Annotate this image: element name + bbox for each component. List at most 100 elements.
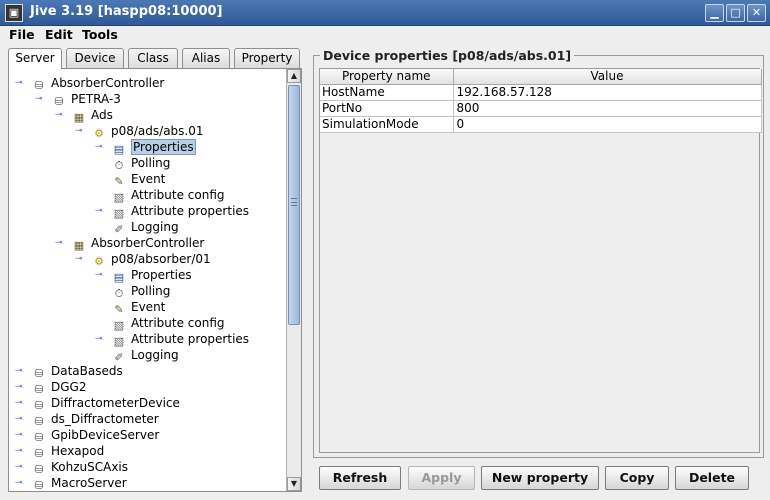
apply-button[interactable]: Apply: [408, 466, 475, 490]
tree-node[interactable]: ▧ Attribute properties: [111, 203, 250, 220]
copy-button[interactable]: Copy: [605, 466, 669, 490]
tree-expand-handle[interactable]: ⊸: [15, 79, 23, 88]
tree-node-label: Attribute properties: [131, 332, 250, 346]
tree-node[interactable]: ⚙ p08/absorber/01: [91, 251, 211, 268]
tree-node[interactable]: ▤ Properties: [111, 139, 196, 156]
tree-node-label: Logging: [131, 348, 179, 362]
tab-alias[interactable]: Alias: [182, 48, 230, 68]
tree-expand-handle[interactable]: ⊸: [95, 335, 103, 344]
server-icon: ⛁: [34, 79, 44, 92]
properties-table: Property name Value HostName 192.168.57.1…: [320, 69, 762, 133]
tree-node-label: Attribute properties: [131, 204, 250, 218]
tree-expand-handle[interactable]: ⊸: [75, 255, 83, 264]
tree-expand-handle[interactable]: ⊸: [15, 415, 23, 424]
property-name-cell[interactable]: SimulationMode: [320, 116, 454, 133]
tab-property[interactable]: Property: [234, 48, 300, 68]
tree-node[interactable]: ⛁ DataBaseds: [31, 363, 123, 380]
tree-node-label: DataBaseds: [51, 364, 123, 378]
scroll-down-arrow-icon[interactable]: ▼: [287, 477, 301, 491]
tab-class[interactable]: Class: [128, 48, 178, 68]
tree-expand-handle[interactable]: ⊸: [95, 143, 103, 152]
tree-node-label: Event: [131, 300, 166, 314]
menu-tools[interactable]: Tools: [82, 27, 118, 42]
tree-expand-handle[interactable]: ⊸: [75, 127, 83, 136]
tree-expand-handle[interactable]: ⊸: [15, 399, 23, 408]
tree-node[interactable]: ⛁ GpibDeviceServer: [31, 427, 160, 444]
tree-node[interactable]: ⛁ ds_Diffractometer: [31, 411, 158, 428]
close-button[interactable]: ✕: [747, 4, 766, 22]
delete-button[interactable]: Delete: [675, 466, 749, 490]
tab-server[interactable]: Server: [8, 48, 62, 69]
tree-expand-handle[interactable]: ⊸: [15, 383, 23, 392]
tree-node-label: MacroServer: [51, 476, 127, 490]
table-row[interactable]: PortNo 800: [320, 100, 762, 117]
scroll-up-arrow-icon[interactable]: ▲: [287, 69, 301, 83]
tree-node-label: Logging: [131, 220, 179, 234]
tree-node-label: Properties: [131, 139, 196, 155]
tree-node[interactable]: ✐ Logging: [111, 219, 179, 236]
tab-device[interactable]: Device: [66, 48, 124, 68]
new-property-button[interactable]: New property: [481, 466, 599, 490]
table-row[interactable]: HostName 192.168.57.128: [320, 84, 762, 101]
tree-node[interactable]: ⚙ p08/ads/abs.01: [91, 123, 204, 140]
tree-node[interactable]: ⛁ PETRA-3: [51, 91, 121, 108]
class-icon: ▦: [73, 111, 85, 124]
tree-node-label: GpibDeviceServer: [51, 428, 160, 442]
tree-node[interactable]: ▦ Ads: [71, 107, 113, 124]
tree-node[interactable]: ▧ Attribute config: [111, 315, 225, 332]
minimize-button[interactable]: ▁: [705, 4, 724, 22]
tree-node[interactable]: ▤ Properties: [111, 267, 192, 284]
property-value-cell[interactable]: 800: [453, 100, 762, 117]
tree-node[interactable]: ▦ AbsorberController: [71, 235, 205, 252]
table-row[interactable]: SimulationMode 0: [320, 116, 762, 133]
title-bar: ▣ Jive 3.19 [haspp08:10000] ▁ □ ✕: [0, 0, 770, 26]
tree-expand-handle[interactable]: ⊸: [15, 447, 23, 456]
scroll-thumb[interactable]: [288, 85, 300, 325]
tree-node[interactable]: ⏱ Polling: [111, 155, 171, 172]
column-header-property-name[interactable]: Property name: [320, 69, 454, 85]
tree-node[interactable]: ⛁ KohzuSCAxis: [31, 459, 129, 476]
tree-node-label: Attribute config: [131, 188, 225, 202]
tree-node[interactable]: ▧ Attribute properties: [111, 331, 250, 348]
property-name-cell[interactable]: HostName: [320, 84, 454, 101]
tree-node-label: p08/absorber/01: [111, 252, 211, 266]
tree-expand-handle[interactable]: ⊸: [15, 479, 23, 488]
tree-expand-handle[interactable]: ⊸: [15, 431, 23, 440]
tree-node[interactable]: ⛁ AbsorberController: [31, 75, 165, 92]
tree-node[interactable]: ▧ Attribute config: [111, 187, 225, 204]
tree-expand-handle[interactable]: ⊸: [95, 271, 103, 280]
tree-node-label: Attribute config: [131, 316, 225, 330]
tree-node[interactable]: ⛁ MacroServer: [31, 475, 127, 491]
tree-expand-handle[interactable]: ⊸: [15, 463, 23, 472]
tree-node-label: Properties: [131, 268, 192, 282]
property-name-cell[interactable]: PortNo: [320, 100, 454, 117]
terminal-icon[interactable]: ▣: [5, 4, 23, 22]
tree-expand-handle[interactable]: ⊸: [55, 239, 63, 248]
column-header-value[interactable]: Value: [453, 69, 762, 85]
tree-expand-handle[interactable]: ⊸: [95, 207, 103, 216]
tree-expand-handle[interactable]: ⊸: [55, 111, 63, 120]
device-icon: ⚙: [94, 255, 104, 268]
refresh-button[interactable]: Refresh: [319, 466, 401, 490]
menu-file[interactable]: File: [9, 27, 35, 42]
tree-scrollbar[interactable]: ▲ ▼: [286, 69, 301, 491]
tree-expand-handle[interactable]: ⊸: [15, 367, 23, 376]
menu-edit[interactable]: Edit: [45, 27, 73, 42]
tree-node-label: AbsorberController: [51, 76, 165, 90]
tree-node[interactable]: ⛁ DiffractometerDevice: [31, 395, 180, 412]
property-value-cell[interactable]: 0: [453, 116, 762, 133]
property-value-cell[interactable]: 192.168.57.128: [453, 84, 762, 101]
tree-node-label: Hexapod: [51, 444, 105, 458]
tree-node[interactable]: ⛁ DGG2: [31, 379, 86, 396]
tree-node-label: p08/ads/abs.01: [111, 124, 204, 138]
tree-node-label: PETRA-3: [71, 92, 121, 106]
tree-node[interactable]: ✎ Event: [111, 299, 166, 316]
tree-node[interactable]: ⏱ Polling: [111, 283, 171, 300]
maximize-button[interactable]: □: [726, 4, 745, 22]
tree-expand-handle[interactable]: ⊸: [35, 95, 43, 104]
tree-node[interactable]: ⛁ Hexapod: [31, 443, 105, 460]
tree-node-label: KohzuSCAxis: [51, 460, 129, 474]
server-tree[interactable]: ⊸ ⛁ AbsorberController ⊸ ⛁ PETRA-3 ⊸ ▦ Ads ⊸ ⚙ p08/…: [9, 69, 287, 491]
tree-node[interactable]: ✐ Logging: [111, 347, 179, 364]
tree-node[interactable]: ✎ Event: [111, 171, 165, 188]
